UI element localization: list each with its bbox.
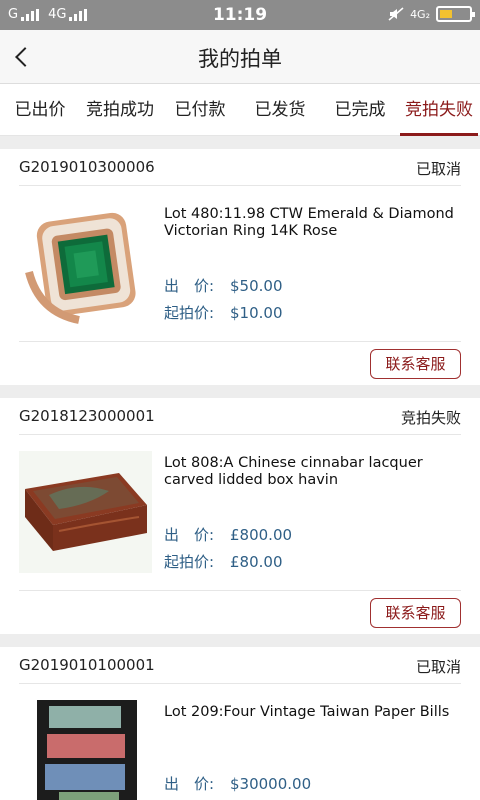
contact-service-button[interactable]: 联系客服	[370, 349, 461, 379]
start-price-label: 起拍价:	[164, 553, 215, 571]
order-header: G2019010300006 已取消	[19, 149, 461, 186]
order-card[interactable]: G2019010300006 已取消 Lot 480:11.98 CTW Eme…	[0, 149, 480, 385]
order-status: 竞拍失败	[400, 409, 461, 427]
mute-icon	[388, 7, 404, 21]
contact-service-button[interactable]: 联系客服	[370, 598, 461, 628]
bid-price-label: 出 价:	[164, 277, 215, 295]
order-header: G2019010100001 已取消	[19, 647, 461, 684]
battery-icon	[436, 6, 475, 22]
bid-price-value: $30000.00	[230, 775, 312, 793]
order-number: G2019010100001	[19, 656, 155, 674]
tab-bidded[interactable]: 已出价	[0, 84, 80, 136]
app-header: 我的拍单	[0, 30, 480, 84]
lot-image-emerald-ring[interactable]	[19, 202, 152, 324]
bid-price-label: 出 价:	[164, 526, 215, 544]
bid-price: 出 价: $30000.00	[164, 773, 311, 794]
order-footer: 联系客服	[19, 590, 461, 641]
start-price-value: £80.00	[230, 553, 283, 571]
order-number: G2018123000001	[19, 407, 155, 425]
lot-title[interactable]: Lot 808:A Chinese cinnabar lacquer carve…	[164, 455, 462, 489]
tab-won[interactable]: 竞拍成功	[80, 84, 160, 136]
bid-price: 出 价: £800.00	[164, 524, 292, 545]
tab-paid[interactable]: 已付款	[160, 84, 240, 136]
bid-price-value: $50.00	[230, 277, 283, 295]
lot-title[interactable]: Lot 480:11.98 CTW Emerald & Diamond Vict…	[164, 206, 462, 240]
start-price: 起拍价: $10.00	[164, 302, 283, 323]
tab-completed[interactable]: 已完成	[320, 84, 400, 136]
order-footer: 联系客服	[19, 341, 461, 392]
bid-price-label: 出 价:	[164, 775, 215, 793]
status-right: 4G₂	[388, 6, 475, 22]
order-number: G2019010300006	[19, 158, 155, 176]
start-price: 起拍价: £80.00	[164, 551, 283, 572]
tab-failed[interactable]: 竞拍失败	[400, 84, 478, 136]
lot-title[interactable]: Lot 209:Four Vintage Taiwan Paper Bills	[164, 704, 462, 721]
lot-image-lacquer-box[interactable]	[19, 451, 152, 573]
start-price-value: $10.00	[230, 304, 283, 322]
status-bar: G 4G 11:19 4G₂	[0, 0, 480, 30]
status-tabs: 已出价 竞拍成功 已付款 已发货 已完成 竞拍失败	[0, 84, 480, 136]
lot-image-paper-bills[interactable]	[19, 700, 152, 800]
order-status: 已取消	[415, 658, 461, 676]
tab-shipped[interactable]: 已发货	[240, 84, 320, 136]
start-price-label: 起拍价:	[164, 304, 215, 322]
bid-price: 出 价: $50.00	[164, 275, 283, 296]
order-card[interactable]: G2019010100001 已取消 Lot 209:Four Vintage …	[0, 647, 480, 800]
bid-price-value: £800.00	[230, 526, 293, 544]
order-header: G2018123000001 竞拍失败	[19, 398, 461, 435]
order-card[interactable]: G2018123000001 竞拍失败 Lot 808:A Chinese ci…	[0, 398, 480, 634]
page-title: 我的拍单	[198, 47, 282, 71]
order-status: 已取消	[415, 160, 461, 178]
network-right-label: 4G₂	[410, 7, 430, 21]
